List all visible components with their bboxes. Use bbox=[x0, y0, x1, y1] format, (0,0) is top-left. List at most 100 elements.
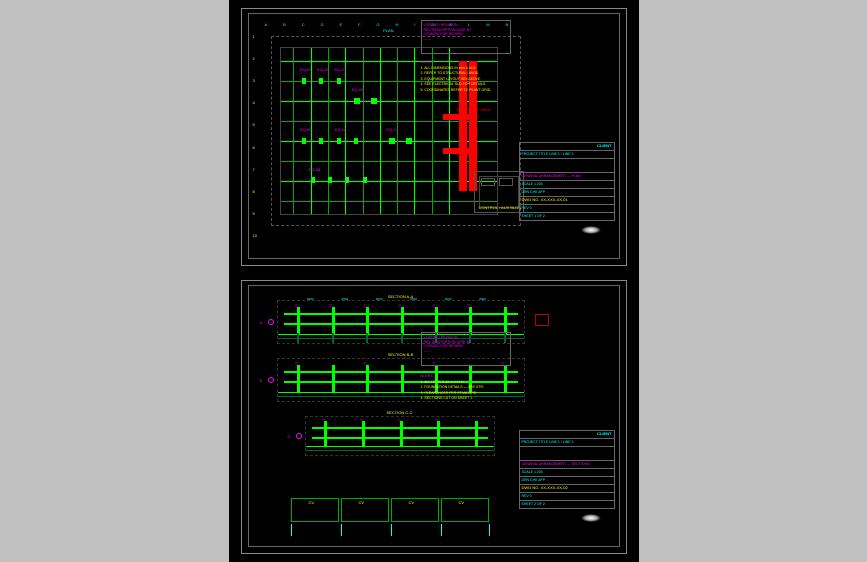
equipment-tag: EQ-03 bbox=[335, 68, 347, 72]
tb-dwgno: DWG NO. XX-XXX-XX-02 bbox=[519, 485, 615, 493]
notes-line: 2. FOUNDATION DETAILS — SEE STR. bbox=[421, 385, 511, 390]
bay-label: CV bbox=[459, 500, 465, 505]
framing-strip: CV CV CV CV bbox=[291, 494, 491, 536]
dim: 6000 bbox=[479, 297, 486, 301]
duct-label: MAIN DUCT / BUS bbox=[457, 108, 491, 112]
sec-tag: ▽ bbox=[398, 303, 401, 308]
notes-title: NOTES: bbox=[421, 60, 511, 65]
cad-viewer: A B C D E F G H I J K L M N 1 2 bbox=[0, 0, 867, 562]
legend-line: — — bbox=[424, 37, 508, 42]
dim: 6000 bbox=[307, 297, 314, 301]
sheet-2-frame: SECTION A-A bbox=[248, 285, 620, 547]
grid-row: 9 bbox=[253, 211, 263, 216]
notes-line: 4. SECTIONS CUT ON SHEET 1. bbox=[421, 396, 511, 401]
tb-dwgno: DWG NO. XX-XXX-XX-01 bbox=[519, 197, 615, 205]
tb-title: GENERAL ARRANGEMENT — PLAN bbox=[519, 173, 615, 181]
main-duct-cross bbox=[443, 114, 477, 120]
dim: 6000 bbox=[445, 297, 452, 301]
legend-line: — — bbox=[424, 349, 508, 354]
grid-row: 4 bbox=[253, 100, 263, 105]
tb-sheet: SHEET 2 OF 2 bbox=[519, 501, 615, 509]
notes-block: NOTES: 1. ALL DIMENSIONS IN mm U.N.O. 2.… bbox=[421, 60, 511, 93]
title-block-sheet1: CLIENT PROJECT TITLE LINE 1 / LINE 2 GEN… bbox=[519, 142, 615, 254]
tb-project: PROJECT TITLE LINE 1 / LINE 2 bbox=[519, 151, 615, 159]
equipment-tag: EQ-01 bbox=[300, 68, 312, 72]
sec-tag: ▽ bbox=[329, 303, 332, 308]
tb-sign: DRN CHK APP bbox=[519, 477, 615, 485]
sec-tag: ▽ bbox=[467, 303, 470, 308]
tb-scale: SCALE 1:200 bbox=[519, 469, 615, 477]
section-c: SECTION C-C ▽ ▽ ▽ ▽ bbox=[305, 410, 495, 456]
grid-col: A bbox=[265, 22, 268, 30]
dim: 6000 bbox=[410, 297, 417, 301]
company-logo-icon bbox=[581, 514, 601, 522]
notes-line: 4. SEE ELECTRICAL SLD FOR DETAILS. bbox=[421, 82, 511, 87]
sec-tag: ▽ bbox=[364, 303, 367, 308]
dim: 6000 bbox=[341, 297, 348, 301]
title-block-sheet2: CLIENT PROJECT TITLE LINE 1 / LINE 2 GEN… bbox=[519, 430, 615, 542]
section-cut-label: C bbox=[288, 434, 291, 439]
equipment-tag: EQ-07 bbox=[386, 128, 398, 132]
notes-title: NOTES: bbox=[421, 374, 511, 379]
tb-client: CLIENT bbox=[519, 142, 615, 151]
tb-project: PROJECT TITLE LINE 1 / LINE 2 bbox=[519, 439, 615, 447]
bay-label: CV bbox=[309, 500, 315, 505]
row-grid-marks: 1 2 3 4 5 6 7 8 9 10 bbox=[253, 34, 263, 238]
equipment-tag: EQ-08 bbox=[309, 168, 321, 172]
tb-rev: REV 0 bbox=[519, 205, 615, 213]
notes-block: NOTES: 1. ALL LEVELS IN m U.N.O. 2. FOUN… bbox=[421, 374, 511, 402]
sec-tag: ▽ bbox=[432, 303, 435, 308]
grid-col: I bbox=[414, 22, 415, 30]
grid-row: 5 bbox=[253, 122, 263, 127]
section-cut-mark bbox=[268, 319, 274, 325]
notes-line: 3. CLEARANCES PER STANDARD. bbox=[421, 391, 511, 396]
detail-callout bbox=[535, 314, 549, 326]
grid-row: 6 bbox=[253, 145, 263, 150]
tb-rev: REV 0 bbox=[519, 493, 615, 501]
grid-col: F bbox=[358, 22, 360, 30]
sheet-1: A B C D E F G H I J K L M N 1 2 bbox=[241, 8, 627, 266]
grid-row: 1 bbox=[253, 34, 263, 39]
equipment-tag: EQ-06 bbox=[335, 128, 347, 132]
section-name: SECTION B-B bbox=[388, 352, 414, 357]
main-duct-cross bbox=[443, 148, 477, 154]
section-cut-mark bbox=[296, 433, 302, 439]
tb-title: GENERAL ARRANGEMENT — SECTIONS bbox=[519, 461, 615, 469]
drawing-page: A B C D E F G H I J K L M N 1 2 bbox=[229, 0, 639, 562]
grid-row: 10 bbox=[253, 233, 263, 238]
grid-col: C bbox=[302, 22, 305, 30]
notes-line: 3. EQUIPMENT LAYOUT INDICATIVE. bbox=[421, 77, 511, 82]
notes-line: 1. ALL LEVELS IN m U.N.O. bbox=[421, 380, 511, 385]
grid-row: 8 bbox=[253, 189, 263, 194]
aux-label: CONTROL / AUX BLDG bbox=[479, 206, 522, 210]
section-body: ▽ ▽ ▽ ▽ C bbox=[305, 416, 495, 456]
bay-label: CV bbox=[359, 500, 365, 505]
notes-line: 1. ALL DIMENSIONS IN mm U.N.O. bbox=[421, 66, 511, 71]
aux-building: CONTROL / AUX BLDG bbox=[474, 171, 524, 213]
equipment-tag: EQ-05 bbox=[300, 128, 312, 132]
dim: 6000 bbox=[376, 297, 383, 301]
legend-revision-block: LEGEND / REVISION REV DESCRIPTION DATE B… bbox=[421, 20, 511, 54]
tb-sign: DRN CHK APP bbox=[519, 189, 615, 197]
section-cut-mark bbox=[268, 377, 274, 383]
grid-row: 2 bbox=[253, 56, 263, 61]
sec-tag: ▽ bbox=[295, 303, 298, 308]
sheet-1-frame: A B C D E F G H I J K L M N 1 2 bbox=[248, 13, 620, 259]
tb-client: CLIENT bbox=[519, 430, 615, 439]
grid-col: E bbox=[339, 22, 342, 30]
legend-revision-block: LEGEND / REVISION REV DESCRIPTION DATE B… bbox=[421, 332, 511, 366]
sheet-2: SECTION A-A bbox=[241, 280, 627, 554]
equipment-tag: EQ-04 bbox=[352, 88, 364, 92]
tb-scale: SCALE 1:200 bbox=[519, 181, 615, 189]
bay-label: CV bbox=[409, 500, 415, 505]
section-cut-label: A bbox=[260, 320, 263, 325]
equipment-tag: EQ-02 bbox=[317, 68, 329, 72]
notes-line: 5. COORDINATES REFER TO PLANT GRID. bbox=[421, 88, 511, 93]
section-cut-label: B bbox=[260, 378, 263, 383]
grid-col: D bbox=[321, 22, 324, 30]
grid-row: 3 bbox=[253, 78, 263, 83]
tb-sheet: SHEET 1 OF 2 bbox=[519, 213, 615, 221]
grid-row: 7 bbox=[253, 167, 263, 172]
plan-label: PLAN bbox=[383, 29, 393, 33]
grid-col: B bbox=[283, 22, 286, 30]
